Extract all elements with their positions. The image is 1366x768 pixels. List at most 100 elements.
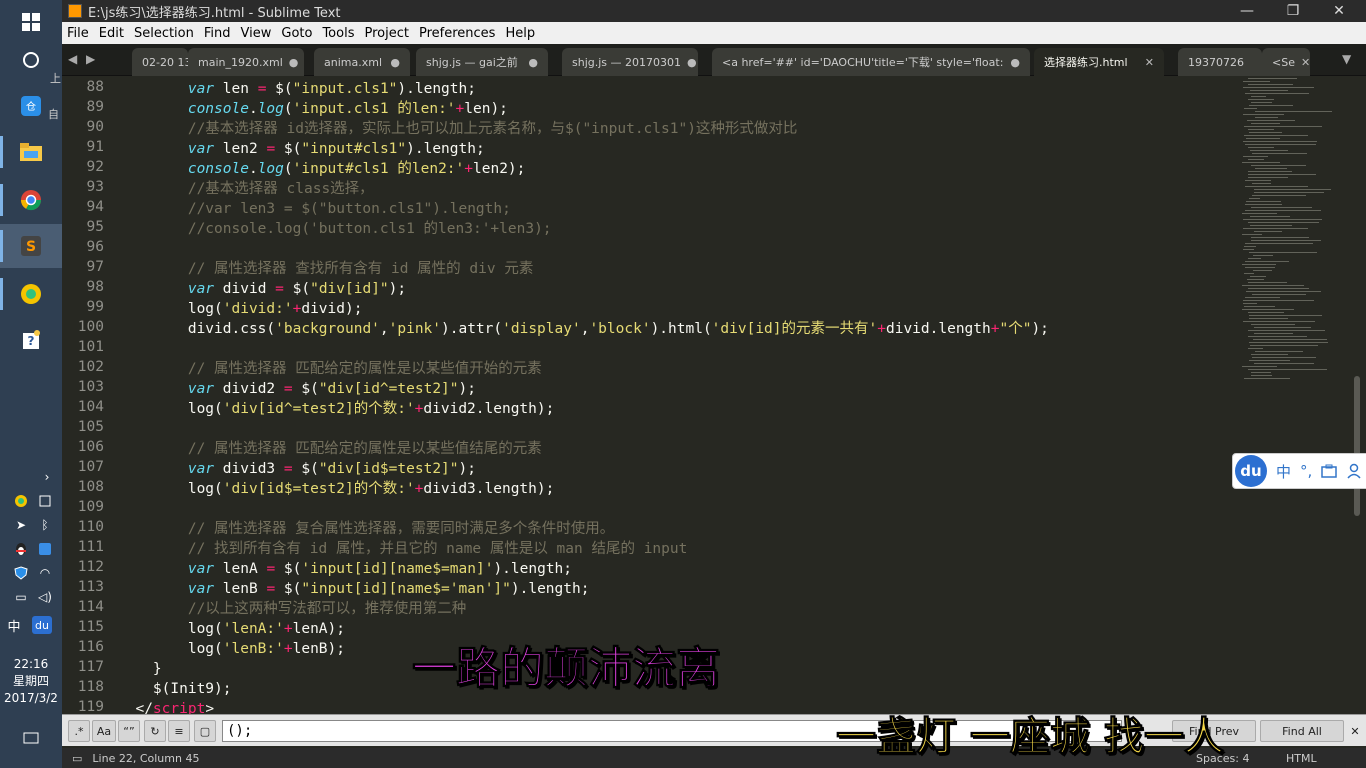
chevron-up-icon[interactable]: › bbox=[38, 468, 56, 486]
menu-find[interactable]: Find bbox=[199, 26, 236, 41]
close-icon[interactable]: ✕ bbox=[1316, 0, 1362, 22]
code-line[interactable]: // 属性选择器 查找所有含有 id 属性的 div 元素 bbox=[118, 259, 534, 279]
wrap-icon[interactable]: ↻ bbox=[144, 720, 166, 742]
code-line[interactable]: //基本选择器 id选择器，实际上也可以加上元素名称，与$("input.cls… bbox=[118, 119, 798, 139]
dirty-dot-icon[interactable]: ● bbox=[1004, 56, 1020, 69]
vertical-scrollbar[interactable] bbox=[1354, 376, 1360, 516]
code-line[interactable]: $(Init9); bbox=[118, 679, 232, 699]
maximize-icon[interactable]: ❐ bbox=[1270, 0, 1316, 22]
tab-item[interactable]: main_1920.xml ● bbox=[188, 48, 304, 76]
tab-item[interactable]: <a href='##' id='DAOCHU'title='下载' style… bbox=[712, 48, 1030, 76]
case-sensitive-toggle[interactable]: Aa bbox=[92, 720, 116, 742]
status-panel-icon[interactable]: ▭ bbox=[72, 752, 82, 765]
code-line[interactable]: // 找到所有含有 id 属性，并且它的 name 属性是以 man 结尾的 i… bbox=[118, 539, 688, 559]
blue-app-icon[interactable] bbox=[36, 540, 54, 558]
menu-view[interactable]: View bbox=[236, 26, 277, 41]
code-line[interactable]: var len = $("input.cls1").length; bbox=[118, 79, 476, 99]
file-explorer-icon[interactable] bbox=[0, 130, 62, 174]
battery-icon[interactable]: ▭ bbox=[12, 588, 30, 606]
code-line[interactable]: //基本选择器 class选择， bbox=[118, 179, 374, 199]
sublime-text-icon[interactable]: S bbox=[0, 224, 62, 268]
in-selection-icon[interactable]: ≡ bbox=[168, 720, 190, 742]
tab-next-icon[interactable]: ▶ bbox=[86, 52, 95, 66]
code-line[interactable]: var lenA = $('input[id][name$=man]').len… bbox=[118, 559, 572, 579]
tab-item[interactable]: 19370726 bbox=[1178, 48, 1262, 76]
tab-close-icon[interactable]: ✕ bbox=[1295, 56, 1310, 69]
code-line[interactable]: var divid3 = $("div[id$=test2]"); bbox=[118, 459, 476, 479]
qq-penguin-icon[interactable] bbox=[12, 540, 30, 558]
code-line[interactable]: divid.css('background','pink').attr('dis… bbox=[118, 319, 1049, 339]
tab-item[interactable]: <Se ✕ bbox=[1262, 48, 1310, 76]
baidu-ime-toolbar[interactable]: du 中 °, bbox=[1232, 453, 1366, 489]
close-find-icon[interactable]: ✕ bbox=[1348, 720, 1362, 742]
code-line[interactable]: </script> bbox=[118, 699, 214, 714]
code-line[interactable]: } bbox=[118, 659, 162, 679]
baidu-ime-tray-icon[interactable]: du bbox=[32, 616, 52, 634]
code-line[interactable]: //console.log('button.cls1 的len3:'+len3)… bbox=[118, 219, 552, 239]
menu-selection[interactable]: Selection bbox=[129, 26, 199, 41]
find-all-button[interactable]: Find All bbox=[1260, 720, 1344, 742]
code-area[interactable]: var len = $("input.cls1").length; consol… bbox=[118, 76, 1228, 714]
code-line[interactable]: var lenB = $("input[id][name$='man']").l… bbox=[118, 579, 590, 599]
bluetooth-icon[interactable]: ᛒ bbox=[36, 516, 54, 534]
menu-edit[interactable]: Edit bbox=[94, 26, 129, 41]
whole-word-toggle[interactable]: “” bbox=[118, 720, 140, 742]
code-line[interactable]: var divid = $("div[id]"); bbox=[118, 279, 406, 299]
help-icon[interactable]: ? bbox=[0, 318, 62, 362]
tab-close-icon[interactable]: ✕ bbox=[1139, 56, 1154, 69]
menu-help[interactable]: Help bbox=[500, 26, 540, 41]
chrome-icon[interactable] bbox=[0, 178, 62, 222]
qq-music-icon[interactable] bbox=[0, 272, 62, 316]
minimize-icon[interactable]: — bbox=[1224, 0, 1270, 22]
code-line[interactable]: // 属性选择器 复合属性选择器，需要同时满足多个条件时使用。 bbox=[118, 519, 614, 539]
qq-music-tray-icon[interactable] bbox=[12, 492, 30, 510]
tab-item[interactable]: shjg.js — gai之前 ● bbox=[416, 48, 548, 76]
code-line[interactable]: // 属性选择器 匹配给定的属性是以某些值结尾的元素 bbox=[118, 439, 542, 459]
code-line[interactable]: //以上这两种写法都可以，推荐使用第二种 bbox=[118, 599, 466, 619]
baidu-ime-logo-icon[interactable]: du bbox=[1235, 455, 1267, 487]
menu-project[interactable]: Project bbox=[359, 26, 413, 41]
tab-prev-icon[interactable]: ◀ bbox=[68, 52, 77, 66]
code-line[interactable]: var len2 = $("input#cls1").length; bbox=[118, 139, 485, 159]
code-line[interactable]: console.log('input#cls1 的len2:'+len2); bbox=[118, 159, 526, 179]
volume-icon[interactable]: ◁) bbox=[36, 588, 54, 606]
code-line[interactable]: var divid2 = $("div[id^=test2]"); bbox=[118, 379, 476, 399]
ime-chinese-indicator[interactable]: 中 bbox=[5, 616, 23, 635]
dirty-dot-icon[interactable]: ● bbox=[681, 56, 697, 69]
tab-item[interactable]: 02-20 13 bbox=[132, 48, 188, 76]
code-line[interactable]: //var len3 = $("button.cls1").length; bbox=[118, 199, 511, 219]
dirty-dot-icon[interactable]: ● bbox=[384, 56, 400, 69]
system-clock[interactable]: 22:16 星期四 2017/3/2 bbox=[0, 656, 62, 707]
menu-goto[interactable]: Goto bbox=[276, 26, 317, 41]
ime-punct-toggle[interactable]: °, bbox=[1300, 462, 1312, 480]
code-line[interactable]: log('lenB:'+lenB); bbox=[118, 639, 345, 659]
code-line[interactable]: log('div[id^=test2]的个数:'+divid2.length); bbox=[118, 399, 555, 419]
dirty-dot-icon[interactable]: ● bbox=[522, 56, 538, 69]
tab-item-active[interactable]: 选择器练习.html ✕ bbox=[1034, 48, 1164, 76]
code-line[interactable]: // 属性选择器 匹配给定的属性是以某些值开始的元素 bbox=[118, 359, 542, 379]
syntax-setting[interactable]: HTML bbox=[1286, 752, 1317, 765]
toolbox-icon[interactable] bbox=[1321, 464, 1338, 478]
code-line[interactable]: log('div[id$=test2]的个数:'+divid3.length); bbox=[118, 479, 555, 499]
menu-file[interactable]: File bbox=[62, 26, 94, 41]
user-icon[interactable] bbox=[1346, 463, 1362, 479]
menu-preferences[interactable]: Preferences bbox=[414, 26, 500, 41]
tab-item[interactable]: shjg.js — 20170301 ● bbox=[562, 48, 698, 76]
shield-icon[interactable] bbox=[12, 564, 30, 582]
wifi-icon[interactable]: ◠ bbox=[36, 564, 54, 582]
tab-overflow-icon[interactable]: ▼ bbox=[1342, 52, 1351, 66]
minimap[interactable] bbox=[1234, 76, 1354, 386]
network-share-icon[interactable] bbox=[36, 492, 54, 510]
action-center-icon[interactable] bbox=[22, 730, 40, 748]
code-editor[interactable]: 88 89 90 91 92 93 94 95 96 97 98 99 100 101 102 103 104 1… bbox=[62, 76, 1366, 714]
code-line[interactable]: log('divid:'+divid); bbox=[118, 299, 363, 319]
menu-tools[interactable]: Tools bbox=[317, 26, 359, 41]
code-line[interactable]: console.log('input.cls1 的len:'+len); bbox=[118, 99, 508, 119]
dirty-dot-icon[interactable]: ● bbox=[283, 56, 299, 69]
tab-item[interactable]: anima.xml ● bbox=[314, 48, 410, 76]
regex-toggle[interactable]: .* bbox=[68, 720, 90, 742]
paper-plane-icon[interactable]: ➤ bbox=[12, 516, 30, 534]
highlight-matches-icon[interactable]: ▢ bbox=[194, 720, 216, 742]
code-line[interactable]: log('lenA:'+lenA); bbox=[118, 619, 345, 639]
ime-mode-toggle[interactable]: 中 bbox=[1276, 461, 1291, 482]
